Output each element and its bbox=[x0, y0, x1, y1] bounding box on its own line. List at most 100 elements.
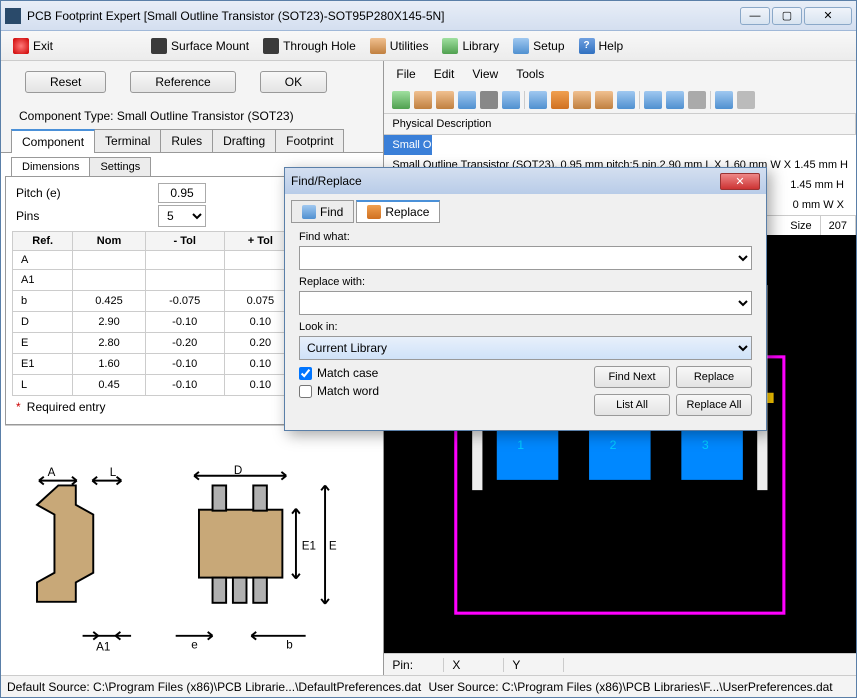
library-icon bbox=[442, 38, 458, 54]
redo-icon[interactable] bbox=[737, 91, 755, 109]
look-in-label: Look in: bbox=[299, 321, 752, 333]
right-menu: File Edit View Tools bbox=[384, 61, 856, 87]
replace-icon bbox=[367, 205, 381, 219]
subtab-settings[interactable]: Settings bbox=[89, 157, 151, 176]
svg-text:2: 2 bbox=[610, 438, 617, 452]
pins-select[interactable]: 5 bbox=[158, 205, 206, 227]
look-in-select[interactable]: Current Library bbox=[299, 336, 752, 360]
svg-text:L: L bbox=[110, 466, 117, 479]
grid-header-desc[interactable]: Physical Description bbox=[384, 114, 856, 134]
replace-button[interactable]: Replace bbox=[676, 366, 752, 388]
match-case-checkbox[interactable]: Match case bbox=[299, 366, 594, 380]
reset-button[interactable]: Reset bbox=[25, 71, 106, 93]
menu-edit[interactable]: Edit bbox=[434, 67, 455, 81]
replace-all-button[interactable]: Replace All bbox=[676, 394, 752, 416]
svg-text:E: E bbox=[329, 539, 337, 552]
open-icon[interactable] bbox=[414, 91, 432, 109]
pitch-input[interactable] bbox=[158, 183, 206, 203]
match-word-checkbox[interactable]: Match word bbox=[299, 384, 594, 398]
grid-row-0[interactable]: Small Outline Transistor (SOT23), 0.95 m… bbox=[384, 135, 432, 155]
svg-text:b: b bbox=[286, 638, 292, 651]
reference-button[interactable]: Reference bbox=[130, 71, 235, 93]
book-icon[interactable] bbox=[392, 91, 410, 109]
svg-text:3: 3 bbox=[702, 438, 709, 452]
help-button[interactable]: ?Help bbox=[579, 38, 624, 54]
dialog-close-button[interactable]: ✕ bbox=[720, 173, 760, 190]
tab-footprint[interactable]: Footprint bbox=[275, 129, 344, 153]
tab-drafting[interactable]: Drafting bbox=[212, 129, 276, 153]
close-button[interactable]: ✕ bbox=[804, 7, 852, 25]
surface-mount-icon bbox=[151, 38, 167, 54]
exit-button[interactable]: Exit bbox=[13, 38, 53, 54]
find-replace-dialog: Find/Replace ✕ Find Replace Find what: R… bbox=[284, 167, 767, 431]
tab-terminal[interactable]: Terminal bbox=[94, 129, 161, 153]
pins-label: Pins bbox=[12, 209, 158, 223]
list-icon[interactable] bbox=[595, 91, 613, 109]
grid-size-label: Size bbox=[782, 216, 820, 235]
utilities-button[interactable]: Utilities bbox=[370, 38, 429, 54]
tab-component[interactable]: Component bbox=[11, 129, 95, 153]
col-nom: Nom bbox=[73, 232, 145, 251]
action-icon[interactable] bbox=[480, 91, 498, 109]
exit-icon bbox=[13, 38, 29, 54]
search-icon[interactable] bbox=[502, 91, 520, 109]
replace-tab[interactable]: Replace bbox=[356, 200, 440, 223]
list-all-button[interactable]: List All bbox=[594, 394, 670, 416]
svg-text:A1: A1 bbox=[96, 640, 110, 653]
setup-icon bbox=[513, 38, 529, 54]
main-toolbar: Exit Surface Mount Through Hole Utilitie… bbox=[1, 31, 856, 61]
app-icon bbox=[5, 8, 21, 24]
import-icon[interactable] bbox=[644, 91, 662, 109]
export-icon[interactable] bbox=[666, 91, 684, 109]
col-mtol: - Tol bbox=[145, 232, 224, 251]
window-title: PCB Footprint Expert [Small Outline Tran… bbox=[27, 9, 740, 23]
svg-text:E1: E1 bbox=[302, 539, 316, 552]
right-icon-bar bbox=[384, 87, 856, 114]
svg-text:e: e bbox=[191, 638, 197, 651]
find-what-input[interactable] bbox=[299, 246, 752, 270]
user-source: User Source: C:\Program Files (x86)\PCB … bbox=[429, 680, 851, 694]
component-drawing: A L A1 D E1 E e b bbox=[5, 425, 379, 671]
grid-icon[interactable] bbox=[617, 91, 635, 109]
through-hole-button[interactable]: Through Hole bbox=[263, 38, 356, 54]
find-tab[interactable]: Find bbox=[291, 200, 354, 223]
subtab-dimensions[interactable]: Dimensions bbox=[11, 157, 90, 176]
dialog-title: Find/Replace bbox=[291, 174, 720, 188]
library-button[interactable]: Library bbox=[442, 38, 499, 54]
status-y: Y bbox=[504, 658, 564, 672]
maximize-button[interactable]: ▢ bbox=[772, 7, 802, 25]
surface-mount-button[interactable]: Surface Mount bbox=[151, 38, 249, 54]
delete-icon[interactable] bbox=[688, 91, 706, 109]
magnifier-icon bbox=[302, 205, 316, 219]
save-icon[interactable] bbox=[458, 91, 476, 109]
grid-tail-0: 1.45 mm H bbox=[782, 175, 852, 195]
col-ref: Ref. bbox=[13, 232, 73, 251]
menu-tools[interactable]: Tools bbox=[516, 67, 544, 81]
main-tabs: Component Terminal Rules Drafting Footpr… bbox=[1, 129, 383, 153]
status-pin: Pin: bbox=[384, 658, 444, 672]
menu-file[interactable]: File bbox=[396, 67, 415, 81]
menu-view[interactable]: View bbox=[472, 67, 498, 81]
tab-rules[interactable]: Rules bbox=[160, 129, 213, 153]
through-hole-icon bbox=[263, 38, 279, 54]
component-type-label: Component Type: Small Outline Transistor… bbox=[1, 103, 383, 129]
find-what-label: Find what: bbox=[299, 231, 752, 243]
help-icon: ? bbox=[579, 38, 595, 54]
replace-with-input[interactable] bbox=[299, 291, 752, 315]
ab-icon[interactable] bbox=[551, 91, 569, 109]
svg-text:A: A bbox=[48, 466, 56, 479]
utilities-icon bbox=[370, 38, 386, 54]
find-next-button[interactable]: Find Next bbox=[594, 366, 670, 388]
status-x: X bbox=[444, 658, 504, 672]
ok-button[interactable]: OK bbox=[260, 71, 327, 93]
titlebar: PCB Footprint Expert [Small Outline Tran… bbox=[1, 1, 856, 31]
grid-tail-1: 0 mm W X bbox=[785, 195, 852, 215]
undo-icon[interactable] bbox=[715, 91, 733, 109]
default-source: Default Source: C:\Program Files (x86)\P… bbox=[7, 680, 429, 694]
folder-icon[interactable] bbox=[436, 91, 454, 109]
star-icon[interactable] bbox=[573, 91, 591, 109]
zoom-icon[interactable] bbox=[529, 91, 547, 109]
replace-with-label: Replace with: bbox=[299, 276, 752, 288]
setup-button[interactable]: Setup bbox=[513, 38, 564, 54]
minimize-button[interactable]: — bbox=[740, 7, 770, 25]
